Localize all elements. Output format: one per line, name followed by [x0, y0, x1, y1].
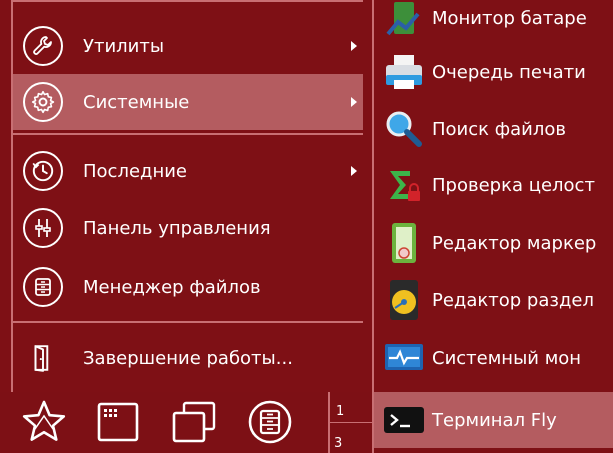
- file-manager-icon: [247, 399, 293, 449]
- menu-item-label: Системные: [83, 91, 190, 113]
- menu-item-utilities[interactable]: Утилиты: [13, 18, 363, 74]
- door-icon: [23, 338, 63, 378]
- pager-divider: [328, 422, 374, 423]
- menu-separator: [11, 133, 363, 135]
- submenu-item-print-queue[interactable]: Очередь печати: [374, 44, 613, 100]
- submenu-item-label: Системный мон: [432, 347, 582, 369]
- submenu-item-battery-monitor[interactable]: Монитор батаре: [374, 0, 613, 46]
- submenu-arrow-icon: [351, 166, 357, 176]
- submenu-item-label: Очередь печати: [432, 61, 586, 83]
- submenu-item-terminal-fly[interactable]: Терминал Fly: [374, 392, 613, 448]
- menu-item-recent[interactable]: Последние: [13, 143, 363, 199]
- windows-button[interactable]: [168, 398, 220, 450]
- submenu-item-partition-editor[interactable]: Редактор раздел: [374, 272, 613, 328]
- desktop-1[interactable]: 1: [336, 404, 344, 419]
- file-manager-button[interactable]: [244, 398, 296, 450]
- menu-item-control-panel[interactable]: Панель управления: [13, 200, 363, 256]
- marker-editor-icon: [380, 219, 428, 267]
- sliders-icon: [23, 208, 63, 248]
- wrench-icon: [23, 26, 63, 66]
- menu-item-file-manager[interactable]: Менеджер файлов: [13, 259, 363, 315]
- submenu-item-label: Монитор батаре: [432, 7, 587, 29]
- start-button[interactable]: [18, 398, 70, 450]
- menu-item-label: Менеджер файлов: [83, 276, 261, 298]
- desktop-3[interactable]: 3: [334, 436, 342, 451]
- apps-button[interactable]: [92, 398, 144, 450]
- desktop-pager[interactable]: 1 3: [328, 392, 374, 453]
- submenu-item-label: Терминал Fly: [432, 409, 557, 431]
- submenu-item-file-search[interactable]: Поиск файлов: [374, 101, 613, 157]
- menu-item-label: Панель управления: [83, 217, 271, 239]
- menu-item-system[interactable]: Системные: [13, 74, 363, 130]
- windows-icon: [170, 400, 218, 448]
- printer-icon: [380, 48, 428, 96]
- file-cabinet-icon: [23, 267, 63, 307]
- menu-separator: [11, 321, 363, 323]
- submenu-arrow-icon: [351, 97, 357, 107]
- submenu-item-label: Редактор раздел: [432, 289, 594, 311]
- terminal-icon: [380, 396, 428, 444]
- submenu-item-integrity-check[interactable]: Проверка целост: [374, 157, 613, 213]
- menu-top-edge: [11, 0, 363, 2]
- submenu-item-label: Редактор маркер: [432, 232, 597, 254]
- app-grid-icon: [96, 401, 140, 447]
- submenu-item-label: Проверка целост: [432, 174, 595, 196]
- magnifier-icon: [380, 105, 428, 153]
- menu-item-label: Завершение работы...: [83, 347, 293, 369]
- submenu-item-label: Поиск файлов: [432, 118, 566, 140]
- submenu-item-marker-editor[interactable]: Редактор маркер: [374, 215, 613, 271]
- submenu-arrow-icon: [351, 41, 357, 51]
- gear-icon: [23, 82, 63, 122]
- integrity-check-icon: [380, 161, 428, 209]
- partition-editor-icon: [380, 276, 428, 324]
- submenu-item-system-monitor[interactable]: Системный мон: [374, 330, 613, 386]
- clock-icon: [23, 151, 63, 191]
- menu-item-label: Утилиты: [83, 35, 165, 57]
- menu-item-shutdown[interactable]: Завершение работы...: [13, 330, 363, 386]
- battery-monitor-icon: [380, 0, 428, 42]
- system-monitor-icon: [380, 334, 428, 382]
- start-star-icon: [21, 399, 67, 449]
- menu-item-label: Последние: [83, 160, 188, 182]
